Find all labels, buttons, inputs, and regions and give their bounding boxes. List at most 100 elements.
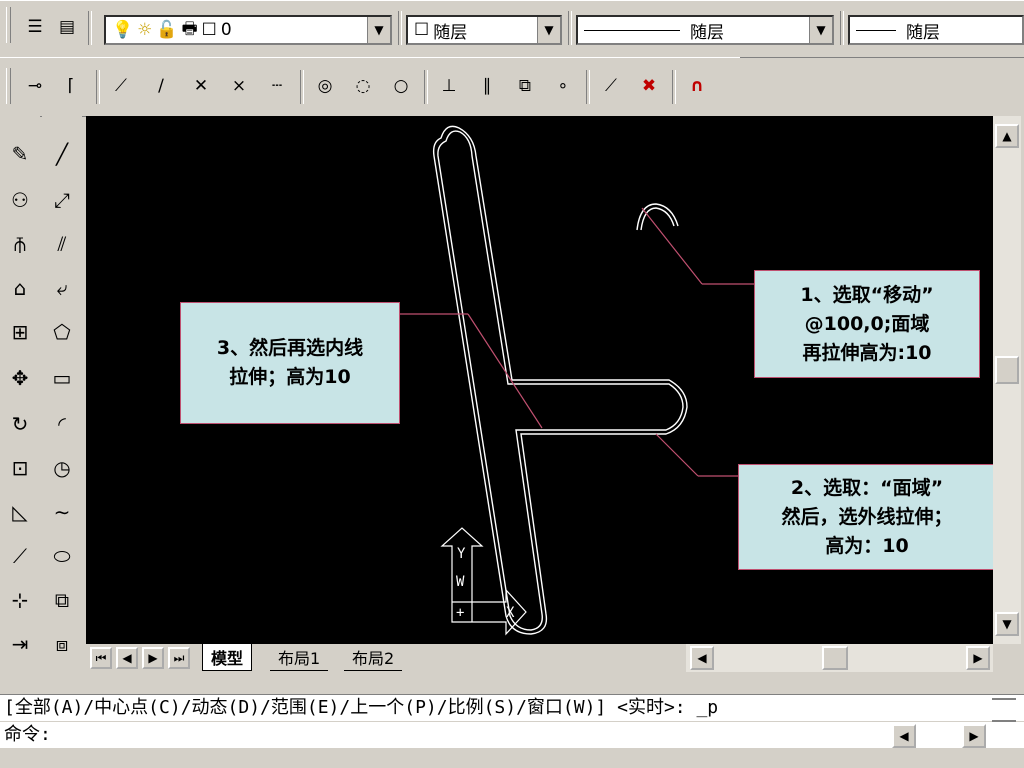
line-icon[interactable]: ╱ — [46, 136, 78, 172]
printer-icon: 🖶 — [181, 18, 198, 39]
note-line: 3、然后再选内线 — [216, 337, 364, 359]
color-swatch-icon: ☐ — [414, 20, 430, 40]
linetype-combo[interactable]: 随层 ▼ — [576, 15, 834, 45]
chevron-down-icon[interactable]: ▼ — [809, 17, 832, 43]
linetype-value: 随层 — [690, 22, 724, 43]
snap-quadrant-icon[interactable]: ◌ — [350, 72, 376, 100]
line-sample — [856, 29, 896, 31]
command-scroll-left-icon[interactable]: ◀ — [892, 724, 916, 748]
scroll-up-icon[interactable]: ▲ — [995, 124, 1019, 148]
vertical-scrollbar[interactable]: ▲ ▼ — [993, 116, 1021, 644]
lengthen-icon[interactable]: ⟋ — [4, 538, 36, 574]
snap-extension-icon[interactable]: ┄ — [264, 72, 290, 100]
annotation-note-1: 1、选取“移动” @100,0;面域 再拉伸高为:10 — [754, 270, 980, 378]
color-value: 随层 — [433, 22, 468, 43]
properties-toolbar: ☰ ▤ 💡 ☼ 🔓 🖶 ☐ 0 ▼ ☐ 随层 ▼ 随层 ▼ 随层 — [0, 0, 1024, 58]
next-tab-icon[interactable]: ▶ — [142, 647, 164, 669]
snap-nearest-icon[interactable]: ⟋ — [598, 72, 624, 100]
last-tab-icon[interactable]: ⏭ — [168, 647, 190, 669]
ucs-origin-mark: + — [456, 605, 464, 621]
temporary-tracking-icon[interactable]: ⊸ — [22, 72, 48, 100]
tab-layout1[interactable]: 布局1 — [270, 644, 329, 671]
command-prompt: 命令: — [4, 724, 51, 745]
sun-icon: ☼ — [137, 20, 153, 40]
snap-endpoint-icon[interactable]: ⟋ — [108, 72, 134, 100]
ucs-y-label: Y — [457, 546, 466, 562]
offset-icon[interactable]: ⌂ — [4, 270, 36, 306]
note-line: 拉伸；高为10 — [229, 366, 351, 388]
scroll-right-icon[interactable]: ▶ — [966, 646, 990, 670]
command-line[interactable]: 命令: — [0, 722, 1024, 748]
lock-icon: 🔓 — [156, 20, 178, 40]
lineweight-value: 随层 — [906, 22, 940, 43]
chevron-down-icon[interactable]: ▼ — [367, 17, 390, 43]
snap-insert-icon[interactable]: ⧉ — [512, 72, 538, 100]
scroll-thumb[interactable] — [995, 356, 1019, 384]
rotate-icon[interactable]: ↻ — [4, 406, 36, 442]
draw-toolbar: ╱ ⤢ ⫽ ⤶ ⬠ ▭ ◜ ◷ ∼ ⬭ ⧉ ⧈ — [42, 116, 82, 672]
insert-block-icon[interactable]: ⧉ — [46, 582, 78, 618]
leader-line — [467, 313, 543, 429]
polygon-icon[interactable]: ⬠ — [46, 314, 78, 350]
note-line: 再拉伸高为:10 — [802, 341, 932, 364]
command-window-grip[interactable] — [992, 698, 1016, 722]
extend-icon[interactable]: ⇥ — [4, 626, 36, 662]
make-block-icon[interactable]: ⧈ — [46, 626, 78, 662]
osnap-settings-icon[interactable]: ∩ — [684, 72, 710, 100]
polyline-icon[interactable]: ⤶ — [46, 270, 78, 306]
scroll-left-icon[interactable]: ◀ — [690, 646, 714, 670]
snap-center-icon[interactable]: ◎ — [312, 72, 338, 100]
scale-icon[interactable]: ⊡ — [4, 450, 36, 486]
layer-previous-icon[interactable]: ▤ — [54, 13, 80, 41]
command-scroll-right-icon[interactable]: ▶ — [962, 724, 986, 748]
ucs-w-label: W — [456, 574, 465, 590]
spline-icon[interactable]: ∼ — [46, 494, 78, 530]
scroll-thumb[interactable] — [822, 646, 848, 670]
annotation-note-3: 3、然后再选内线 拉伸；高为10 — [180, 302, 400, 424]
layer-name: 0 — [220, 20, 232, 40]
horizontal-scrollbar[interactable]: ◀ ▶ — [686, 644, 993, 672]
tab-model[interactable]: 模型 — [202, 644, 253, 671]
snap-none-icon[interactable]: ✖ — [636, 72, 662, 100]
tab-layout2[interactable]: 布局2 — [344, 644, 403, 671]
color-swatch-icon: ☐ — [201, 20, 217, 40]
snap-node-icon[interactable]: ∘ — [550, 72, 576, 100]
command-history: [全部(A)/中心点(C)/动态(D)/范围(E)/上一个(P)/比例(S)/窗… — [0, 694, 1024, 721]
toolbar-grip[interactable] — [6, 7, 11, 43]
toolbar-grip[interactable] — [6, 68, 11, 104]
layer-combo[interactable]: 💡 ☼ 🔓 🖶 ☐ 0 ▼ — [104, 15, 392, 45]
object-snap-toolbar: ⊸ ⌈ ⟋ ∕ ✕ ⨯ ┄ ◎ ◌ ○ ⊥ ∥ ⧉ ∘ ⟋ ✖ ∩ — [0, 57, 740, 117]
note-line: 2、选取：“面域” — [790, 476, 944, 499]
command-history-line: [全部(A)/中心点(C)/动态(D)/范围(E)/上一个(P)/比例(S)/窗… — [4, 697, 719, 718]
snap-midpoint-icon[interactable]: ∕ — [148, 72, 174, 100]
array-icon[interactable]: ⊞ — [4, 314, 36, 350]
note-line: 然后，选外线拉伸； — [781, 505, 953, 528]
snap-from-icon[interactable]: ⌈ — [58, 72, 84, 100]
leader-line — [655, 433, 699, 477]
first-tab-icon[interactable]: ⏮ — [90, 647, 112, 669]
snap-tangent-icon[interactable]: ○ — [388, 72, 414, 100]
scroll-down-icon[interactable]: ▼ — [995, 612, 1019, 636]
erase-icon[interactable]: ✎ — [4, 136, 36, 172]
mirror-icon[interactable]: ⫚ — [4, 226, 36, 262]
layer-manager-icon[interactable]: ☰ — [22, 13, 48, 41]
stretch-icon[interactable]: ◺ — [4, 494, 36, 530]
prev-tab-icon[interactable]: ◀ — [116, 647, 138, 669]
circle-icon[interactable]: ◷ — [46, 450, 78, 486]
arc-icon[interactable]: ◜ — [46, 406, 78, 442]
move-icon[interactable]: ✥ — [4, 360, 36, 396]
snap-perpendicular-icon[interactable]: ⊥ — [436, 72, 462, 100]
ellipse-icon[interactable]: ⬭ — [46, 538, 78, 574]
lineweight-combo[interactable]: 随层 — [848, 15, 1024, 45]
modify-toolbar: ✎ ⚇ ⫚ ⌂ ⊞ ✥ ↻ ⊡ ◺ ⟋ ⊹ ⇥ — [0, 116, 40, 672]
color-combo[interactable]: ☐ 随层 ▼ — [406, 15, 562, 45]
chevron-down-icon[interactable]: ▼ — [537, 17, 560, 43]
copy-icon[interactable]: ⚇ — [4, 182, 36, 218]
rectangle-icon[interactable]: ▭ — [46, 360, 78, 396]
multiline-icon[interactable]: ⫽ — [46, 226, 78, 262]
trim-icon[interactable]: ⊹ — [4, 582, 36, 618]
snap-intersection-icon[interactable]: ✕ — [188, 72, 214, 100]
snap-parallel-icon[interactable]: ∥ — [474, 72, 500, 100]
snap-apparent-intersection-icon[interactable]: ⨯ — [226, 72, 252, 100]
construction-line-icon[interactable]: ⤢ — [46, 182, 78, 218]
